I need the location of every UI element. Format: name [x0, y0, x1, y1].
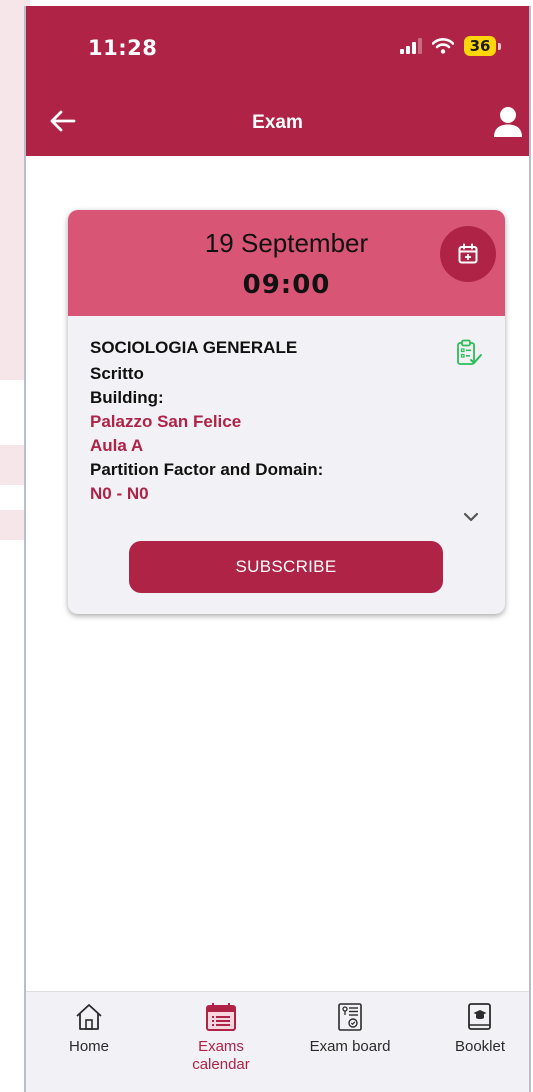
exam-board-icon — [338, 1003, 362, 1031]
tab-exam-board-label: Exam board — [309, 1038, 391, 1055]
signal-icon — [400, 38, 422, 54]
home-icon — [76, 1004, 102, 1030]
building-value[interactable]: Palazzo San Felice — [90, 412, 241, 432]
status-indicators: 36 — [400, 36, 501, 56]
exam-type: Scritto — [90, 364, 144, 383]
page-title: Exam — [252, 112, 303, 133]
add-to-calendar-button[interactable] — [440, 226, 496, 282]
battery-indicator: 36 — [464, 36, 496, 56]
phone-screen: 11:28 36 Exam 19 September 09:00 SOCIOLO… — [24, 6, 531, 1092]
calendar-add-icon — [458, 243, 478, 264]
tab-booklet-label: Booklet — [454, 1038, 506, 1055]
calendar-list-icon — [206, 1003, 236, 1031]
partition-label: Partition Factor and Domain: — [90, 460, 324, 479]
course-name: SOCIOLOGIA GENERALE — [90, 338, 298, 357]
profile-button[interactable] — [493, 106, 523, 138]
battery-tip — [498, 42, 501, 50]
tab-booklet[interactable]: Booklet — [438, 1002, 522, 1055]
user-icon — [494, 107, 522, 137]
subscribe-button[interactable]: SUBSCRIBE — [129, 541, 443, 593]
building-label: Building: — [90, 388, 164, 407]
wifi-icon — [432, 38, 454, 54]
status-time: 11:28 — [88, 36, 158, 60]
tab-exam-board[interactable]: Exam board — [294, 1002, 406, 1055]
exam-card-header: 19 September 09:00 — [68, 210, 505, 316]
app-header: 11:28 36 Exam — [26, 6, 529, 156]
tab-exams-calendar[interactable]: Exams calendar — [176, 1002, 266, 1074]
clipboard-check-icon — [457, 339, 482, 365]
booklet-icon — [468, 1003, 491, 1030]
exam-card: 19 September 09:00 SOCIOLOGIA GENERALE S… — [68, 210, 505, 614]
partition-value: N0 - N0 — [90, 484, 149, 503]
tab-home[interactable]: Home — [54, 1002, 124, 1055]
room-value[interactable]: Aula A — [90, 436, 143, 456]
exam-time: 09:00 — [242, 270, 331, 300]
tab-home-label: Home — [68, 1038, 109, 1055]
tab-bar: Home Exams calendar Exam board Booklet — [26, 991, 529, 1092]
chevron-down-icon[interactable] — [462, 510, 480, 524]
tab-exams-calendar-label: Exams calendar — [192, 1038, 250, 1073]
